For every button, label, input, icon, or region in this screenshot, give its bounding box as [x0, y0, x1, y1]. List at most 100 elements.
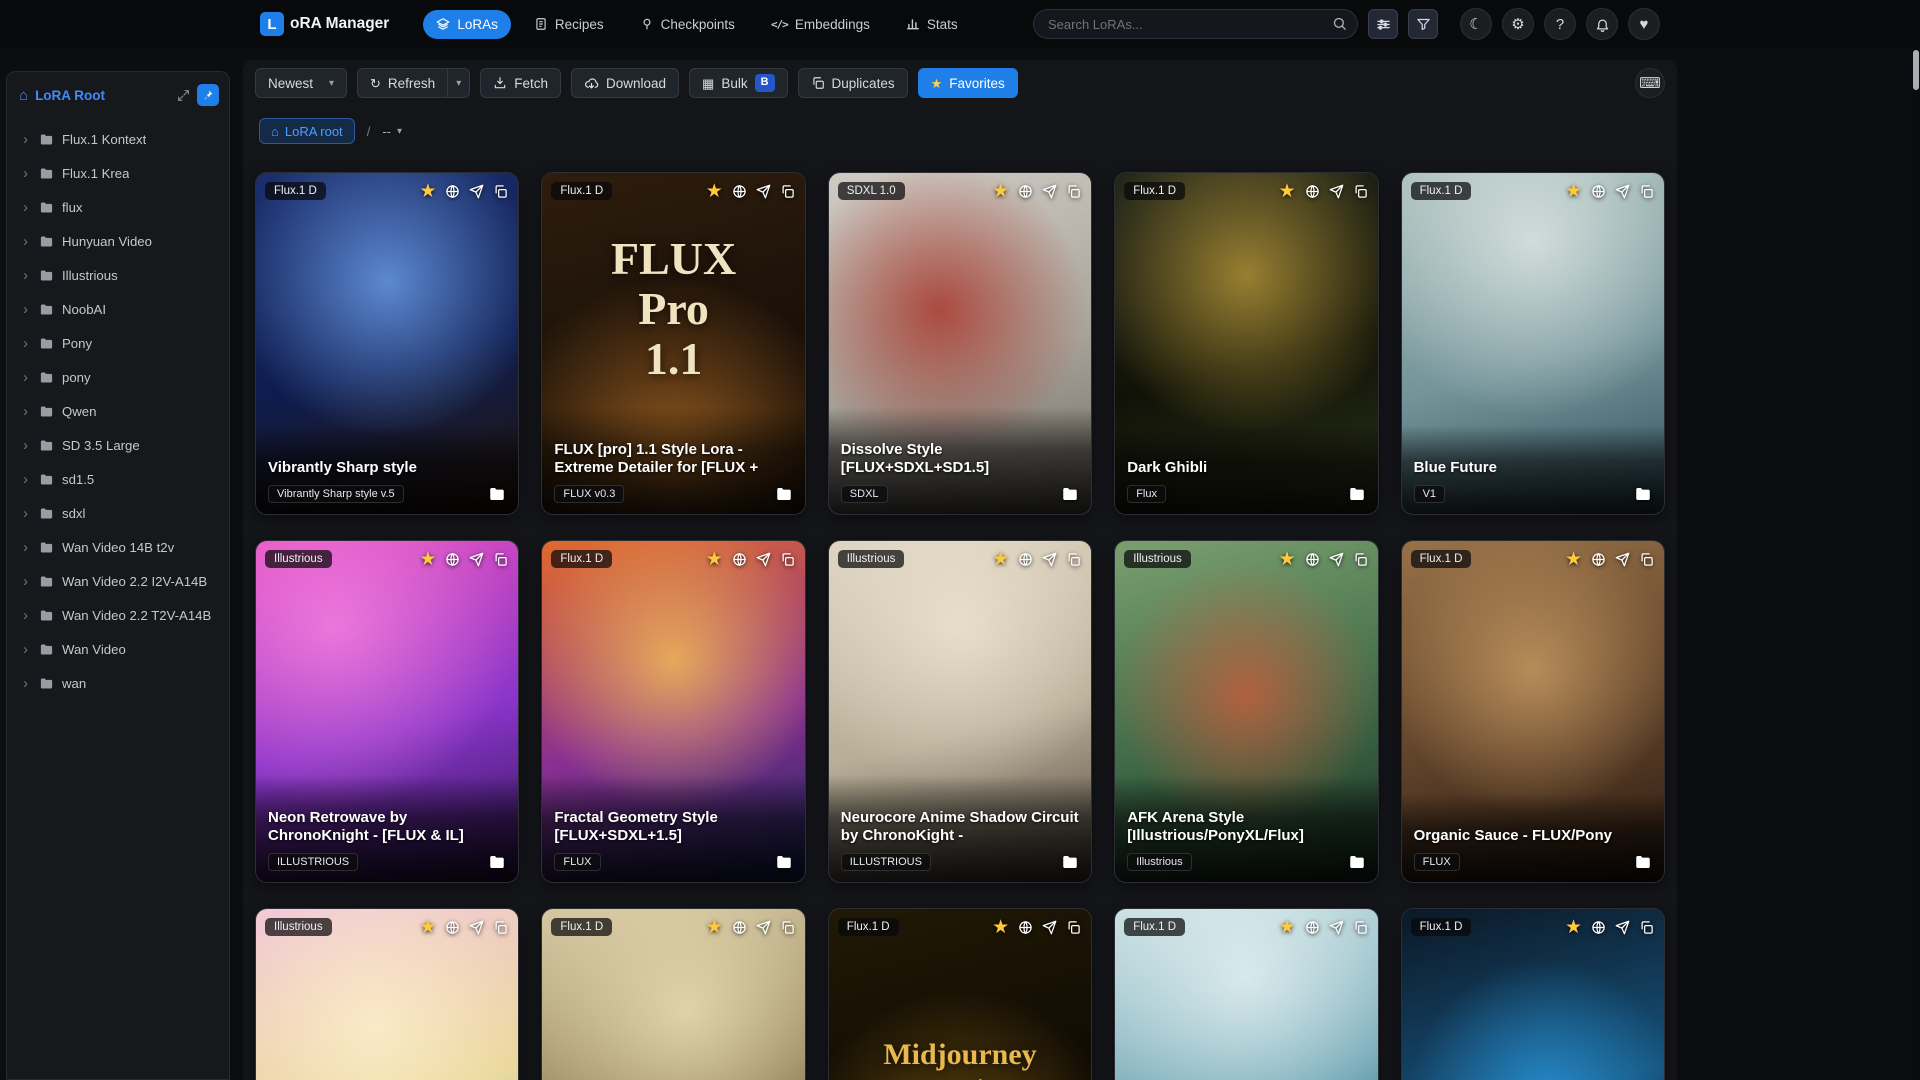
lora-card[interactable]: FLUX Pro 1.1 Flux.1 D ★ FLUX [pro] 1.1 Sty…	[541, 172, 806, 515]
favorite-star-icon[interactable]: ★	[992, 182, 1009, 201]
sort-select[interactable]: Newest ▾	[255, 68, 347, 98]
bulk-button[interactable]: ▦ Bulk B	[689, 68, 788, 98]
folder-tree-item[interactable]: › Wan Video	[7, 632, 229, 666]
app-logo[interactable]: L oRA Manager	[260, 12, 389, 36]
copy-icon[interactable]	[1639, 552, 1654, 567]
folder-tree-item[interactable]: › Hunyuan Video	[7, 224, 229, 258]
lora-card[interactable]: Flux.1 D ★	[1114, 908, 1379, 1080]
send-icon[interactable]	[469, 920, 484, 935]
nav-tab-recipes[interactable]: Recipes	[521, 10, 617, 39]
favorites-filter-button[interactable]: ★ Favorites	[917, 68, 1018, 98]
lora-card[interactable]: Flux.1 D ★	[541, 908, 806, 1080]
globe-icon[interactable]	[1305, 184, 1320, 199]
globe-icon[interactable]	[732, 184, 747, 199]
globe-icon[interactable]	[1591, 184, 1606, 199]
send-icon[interactable]	[1042, 184, 1057, 199]
copy-icon[interactable]	[493, 552, 508, 567]
help-button[interactable]: ?	[1544, 8, 1576, 40]
globe-icon[interactable]	[1018, 184, 1033, 199]
globe-icon[interactable]	[1591, 552, 1606, 567]
lora-card[interactable]: Illustrious ★	[255, 908, 520, 1080]
favorite-star-icon[interactable]: ★	[706, 182, 723, 201]
lora-card[interactable]: Flux.1 D ★ Organic Sauce - FLUX/Pony FLU…	[1400, 540, 1665, 883]
pin-sidebar-button[interactable]	[197, 84, 219, 106]
send-icon[interactable]	[756, 552, 771, 567]
copy-icon[interactable]	[493, 920, 508, 935]
favorite-star-icon[interactable]: ★	[1279, 550, 1296, 569]
folder-tree-item[interactable]: › Flux.1 Kontext	[7, 122, 229, 156]
favorite-star-icon[interactable]: ★	[1565, 550, 1582, 569]
globe-icon[interactable]	[732, 920, 747, 935]
nav-tab-checkpoints[interactable]: Checkpoints	[627, 10, 748, 39]
favorite-star-icon[interactable]: ★	[419, 550, 436, 569]
copy-icon[interactable]	[1639, 920, 1654, 935]
folder-tree-item[interactable]: › sd1.5	[7, 462, 229, 496]
lora-card[interactable]: SDXL 1.0 ★ Dissolve Style [FLUX+SDXL+SD1…	[827, 172, 1093, 515]
favorite-star-icon[interactable]: ★	[1565, 918, 1582, 937]
sidebar-root-label[interactable]: LoRA Root	[35, 88, 105, 103]
lora-card[interactable]: Flux.1 D ★ Dark Ghibli Flux	[1114, 172, 1379, 515]
lora-card[interactable]: Flux.1 D ★ Vibrantly Sharp style Vibrant…	[255, 172, 520, 515]
move-to-folder-button[interactable]	[1061, 485, 1079, 503]
breadcrumb-root[interactable]: ⌂ LoRA root	[259, 118, 355, 144]
globe-icon[interactable]	[1591, 920, 1606, 935]
send-icon[interactable]	[1329, 184, 1344, 199]
nav-tab-loras[interactable]: LoRAs	[423, 9, 511, 39]
globe-icon[interactable]	[1305, 920, 1320, 935]
copy-icon[interactable]	[1353, 552, 1368, 567]
globe-icon[interactable]	[1018, 920, 1033, 935]
favorite-star-icon[interactable]: ★	[992, 918, 1009, 937]
favorite-star-icon[interactable]: ★	[419, 918, 436, 937]
copy-icon[interactable]	[493, 184, 508, 199]
send-icon[interactable]	[1329, 920, 1344, 935]
copy-icon[interactable]	[1353, 920, 1368, 935]
send-icon[interactable]	[756, 920, 771, 935]
copy-icon[interactable]	[1066, 920, 1081, 935]
move-to-folder-button[interactable]	[1348, 485, 1366, 503]
folder-tree-item[interactable]: › flux	[7, 190, 229, 224]
send-icon[interactable]	[1615, 552, 1630, 567]
favorite-star-icon[interactable]: ★	[706, 918, 723, 937]
send-icon[interactable]	[1615, 920, 1630, 935]
send-icon[interactable]	[1042, 920, 1057, 935]
globe-icon[interactable]	[1305, 552, 1320, 567]
notifications-button[interactable]	[1586, 8, 1618, 40]
folder-tree-item[interactable]: › Qwen	[7, 394, 229, 428]
refresh-options-button[interactable]: ▾	[448, 68, 471, 98]
globe-icon[interactable]	[732, 552, 747, 567]
send-icon[interactable]	[1042, 552, 1057, 567]
send-icon[interactable]	[1329, 552, 1344, 567]
globe-icon[interactable]	[445, 184, 460, 199]
filter-sliders-button[interactable]	[1368, 9, 1398, 39]
move-to-folder-button[interactable]	[775, 485, 793, 503]
refresh-button[interactable]: ↻ Refresh	[357, 68, 449, 98]
globe-icon[interactable]	[445, 552, 460, 567]
send-icon[interactable]	[469, 184, 484, 199]
download-button[interactable]: Download	[570, 68, 680, 98]
fetch-button[interactable]: Fetch	[480, 68, 561, 98]
settings-button[interactable]: ⚙	[1502, 8, 1534, 40]
lora-card[interactable]: Illustrious ★ Neon Retrowave by ChronoKn…	[255, 540, 520, 883]
move-to-folder-button[interactable]	[1634, 853, 1652, 871]
lora-card[interactable]: Flux.1 D ★ Blue Future V1	[1400, 172, 1665, 515]
move-to-folder-button[interactable]	[1061, 853, 1079, 871]
lora-card[interactable]: Illustrious ★ AFK Arena Style [Illustrio…	[1114, 540, 1379, 883]
nav-tab-stats[interactable]: Stats	[893, 10, 971, 39]
duplicates-button[interactable]: Duplicates	[797, 68, 908, 98]
favorite-star-icon[interactable]: ★	[1279, 182, 1296, 201]
folder-tree-item[interactable]: › sdxl	[7, 496, 229, 530]
send-icon[interactable]	[756, 184, 771, 199]
move-to-folder-button[interactable]	[775, 853, 793, 871]
folder-tree-item[interactable]: › NoobAI	[7, 292, 229, 326]
folder-tree-item[interactable]: › Wan Video 2.2 T2V-A14B	[7, 598, 229, 632]
folder-tree-item[interactable]: › Wan Video 2.2 I2V-A14B	[7, 564, 229, 598]
scrollbar-thumb[interactable]	[1913, 50, 1919, 90]
copy-icon[interactable]	[1353, 184, 1368, 199]
expand-tree-button[interactable]	[177, 89, 190, 102]
breadcrumb-current-dropdown[interactable]: -- ▾	[382, 124, 402, 139]
copy-icon[interactable]	[1066, 552, 1081, 567]
folder-tree-item[interactable]: › Pony	[7, 326, 229, 360]
favorites-heart-button[interactable]: ♥	[1628, 8, 1660, 40]
theme-toggle-button[interactable]: ☾	[1460, 8, 1492, 40]
send-icon[interactable]	[1615, 184, 1630, 199]
